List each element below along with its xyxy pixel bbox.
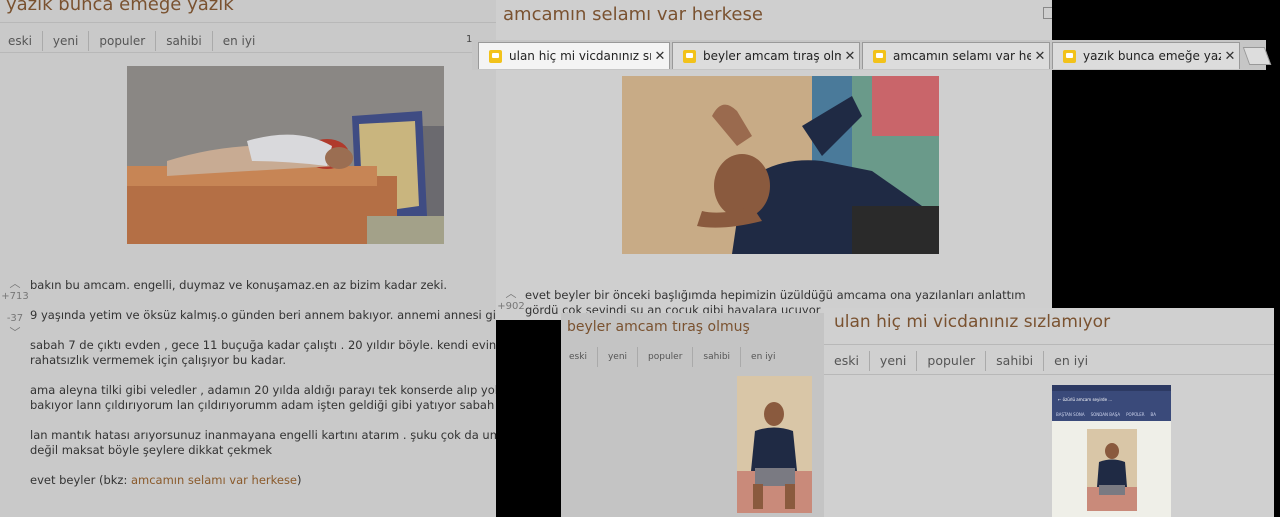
tab-yeni[interactable]: yeni xyxy=(868,351,916,371)
entry-paragraph: bakın bu amcam. engelli, duymaz ve konuş… xyxy=(30,278,448,292)
close-icon[interactable]: ✕ xyxy=(841,49,859,64)
phone-tabs: BAŞTAN SONA SONDAN BAŞA POPÜLER BA xyxy=(1052,409,1171,421)
tab-populer[interactable]: populer xyxy=(916,351,985,371)
tab-populer[interactable]: populer xyxy=(637,347,692,367)
entry-paragraph: ama aleyna tilki gibi veledler , adamın … xyxy=(30,383,496,412)
tab-en-iyi[interactable]: en iyi xyxy=(740,347,785,367)
topic-tabs: eski yeni populer sahibi en iyi xyxy=(569,347,785,367)
entry-photo-waving xyxy=(622,76,939,254)
browser-tab-vicdan[interactable]: ulan hiç mi vicdanınız sızlamıyor ✕ xyxy=(478,42,670,69)
entry-photo-sleeping xyxy=(127,66,444,244)
browser-tab-selami[interactable]: amcamın selamı var herkese ✕ xyxy=(862,42,1050,69)
upvote-icon[interactable]: ︿ xyxy=(0,275,30,291)
tab-title: yazık bunca emeğe yazık xyxy=(1083,49,1221,63)
downvote-icon[interactable]: ﹀ xyxy=(0,324,30,340)
waving-man-photo xyxy=(622,76,939,254)
browser-tab-strip: ulan hiç mi vicdanınız sızlamıyor ✕ beyl… xyxy=(472,40,1266,70)
tab-en-iyi[interactable]: en iyi xyxy=(211,31,266,51)
tab-yeni[interactable]: yeni xyxy=(41,31,88,51)
tab-en-iyi[interactable]: en iyi xyxy=(1043,351,1098,371)
bkz-suffix: ) xyxy=(297,473,302,487)
topic-tabs: eski yeni populer sahibi en iyi xyxy=(834,351,1098,371)
tab-eski[interactable]: eski xyxy=(834,351,869,371)
window-corner-icon[interactable] xyxy=(1043,7,1052,19)
tab-eski[interactable]: eski xyxy=(569,347,597,367)
window-tiras: beyler amcam tıraş olmuş eski yeni popul… xyxy=(561,313,824,517)
browser-tab-tiras[interactable]: beyler amcam tıraş olmuş ✕ xyxy=(672,42,860,69)
vote-block: ︿ +713 xyxy=(0,275,30,302)
phone-app-header: ← özürlü amcam seyirde ... xyxy=(1052,391,1171,409)
sitting-man-photo xyxy=(737,376,812,513)
tab-eski[interactable]: eski xyxy=(8,31,42,51)
phone-screenshot: ← özürlü amcam seyirde ... BAŞTAN SONA S… xyxy=(1052,385,1171,517)
entry-paragraph: sabah 7 de çıktı evden , gece 11 buçuğa … xyxy=(30,338,496,367)
window-yazik: yazık bunca emeğe yazık eski yeni popule… xyxy=(0,0,496,517)
favicon-icon xyxy=(489,49,502,63)
window-vicdan: ulan hiç mi vicdanınız sızlamıyor eski y… xyxy=(824,308,1274,517)
entry-text: bakın bu amcam. engelli, duymaz ve konuş… xyxy=(30,278,496,503)
tab-title: beyler amcam tıraş olmuş xyxy=(703,49,841,63)
close-icon[interactable]: ✕ xyxy=(651,49,669,64)
page-title: ulan hiç mi vicdanınız sızlamıyor xyxy=(834,312,1111,332)
topic-tabs: eski yeni populer sahibi en iyi xyxy=(8,31,265,51)
favicon-icon xyxy=(683,49,696,63)
tab-title: ulan hiç mi vicdanınız sızlamıyor xyxy=(509,49,651,63)
close-icon[interactable]: ✕ xyxy=(1031,49,1049,64)
bkz-link[interactable]: amcamın selamı var herkese xyxy=(131,473,297,487)
tab-sahibi[interactable]: sahibi xyxy=(985,351,1043,371)
entry-paragraph: 9 yaşında yetim ve öksüz kalmış.o günden… xyxy=(30,308,496,322)
vote-up-count: +902 xyxy=(497,301,525,312)
tabs-divider xyxy=(824,374,1274,375)
upvote-icon[interactable]: ︿ xyxy=(496,285,526,301)
phone-tab[interactable]: SONDAN BAŞA xyxy=(1091,409,1121,421)
title-divider xyxy=(0,22,496,23)
sleeping-man-photo xyxy=(127,66,444,244)
vote-down-count: -37 xyxy=(6,313,24,324)
favicon-icon xyxy=(1063,49,1076,63)
title-divider xyxy=(824,344,1274,345)
tab-yeni[interactable]: yeni xyxy=(596,347,637,367)
tab-populer[interactable]: populer xyxy=(88,31,155,51)
back-arrow-icon[interactable]: ← xyxy=(1058,397,1061,402)
tab-title: amcamın selamı var herkese xyxy=(893,49,1031,63)
tabs-divider xyxy=(0,52,496,53)
entry-paragraph-last: evet beyler (bkz: amcamın selamı var her… xyxy=(30,473,496,488)
entry-paragraph: lan mantık hatası arıyorsunuz inanmayana… xyxy=(30,428,496,457)
page-title: amcamın selamı var herkese xyxy=(503,4,763,25)
vote-block-down: -37 ﹀ xyxy=(0,313,30,340)
vote-up-count: +713 xyxy=(1,291,29,302)
bkz-prefix: evet beyler (bkz: xyxy=(30,473,131,487)
page-title: beyler amcam tıraş olmuş xyxy=(567,319,750,335)
phone-tab[interactable]: BAŞTAN SONA xyxy=(1056,409,1085,421)
entry-photo-sitting xyxy=(737,376,812,513)
close-icon[interactable]: ✕ xyxy=(1221,49,1239,64)
phone-tab[interactable]: BA xyxy=(1151,409,1156,421)
phone-header-title: özürlü amcam seyirde ... xyxy=(1062,397,1113,402)
page-title: yazık bunca emeğe yazık xyxy=(6,0,234,15)
sitting-man-thumbnail xyxy=(1087,429,1137,511)
favicon-icon xyxy=(873,49,886,63)
tab-sahibi[interactable]: sahibi xyxy=(155,31,212,51)
tab-sahibi[interactable]: sahibi xyxy=(692,347,740,367)
phone-tab[interactable]: POPÜLER xyxy=(1126,409,1144,421)
vote-block: ︿ +902 xyxy=(496,285,526,312)
browser-tab-yazik[interactable]: yazık bunca emeğe yazık ✕ xyxy=(1052,42,1240,69)
